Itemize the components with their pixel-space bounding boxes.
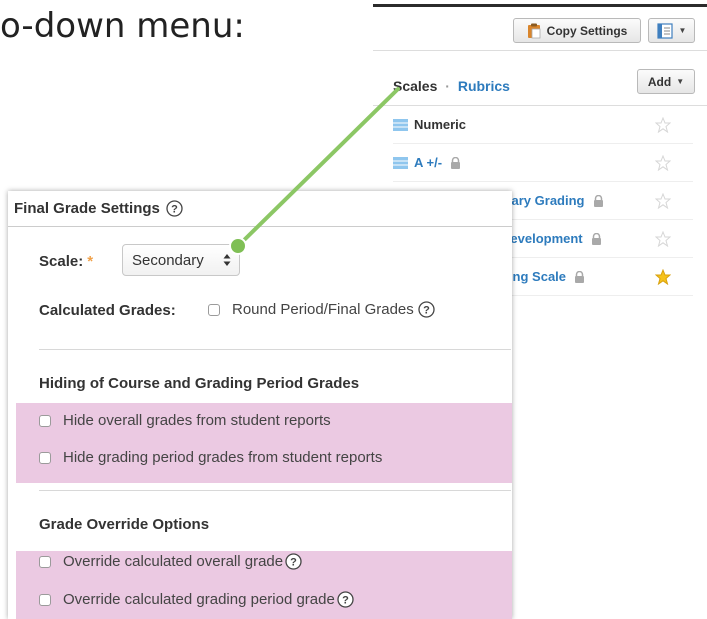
copy-settings-button[interactable]: Copy Settings bbox=[513, 18, 641, 43]
svg-text:?: ? bbox=[290, 557, 297, 569]
round-grades-checkbox[interactable] bbox=[208, 303, 220, 316]
hiding-grades-heading: Hiding of Course and Grading Period Grad… bbox=[39, 375, 360, 392]
override-overall-checkbox[interactable] bbox=[39, 555, 51, 568]
scale-row-label: Development bbox=[501, 231, 583, 246]
view-menu-button[interactable]: ▼ bbox=[648, 18, 695, 43]
scale-select[interactable]: Secondary bbox=[122, 244, 240, 276]
lock-icon bbox=[575, 270, 585, 283]
chevron-down-icon: ▼ bbox=[678, 26, 687, 35]
scale-label: Scale: * bbox=[39, 253, 94, 270]
page-title: Final Grade Settings bbox=[14, 200, 160, 217]
chevron-down-icon: ▼ bbox=[676, 77, 685, 86]
add-button[interactable]: Add ▼ bbox=[637, 69, 695, 94]
star-icon[interactable] bbox=[655, 193, 671, 209]
grid-icon bbox=[393, 118, 408, 131]
override-overall-option[interactable]: Override calculated overall grade ? bbox=[39, 553, 302, 570]
panel-toolbar: Copy Settings ▼ bbox=[373, 7, 707, 51]
override-period-checkbox[interactable] bbox=[39, 593, 51, 606]
section-divider bbox=[39, 490, 511, 491]
tab-rubrics[interactable]: Rubrics bbox=[458, 78, 510, 94]
copy-settings-label: Copy Settings bbox=[546, 23, 628, 38]
scale-select-value: Secondary bbox=[132, 251, 204, 269]
svg-text:?: ? bbox=[171, 204, 178, 216]
hide-overall-checkbox[interactable] bbox=[39, 414, 51, 427]
title-divider bbox=[8, 226, 512, 227]
help-icon[interactable]: ? bbox=[418, 301, 435, 318]
svg-text:?: ? bbox=[342, 595, 349, 607]
hide-overall-label: Hide overall grades from student reports bbox=[63, 412, 331, 429]
add-label: Add bbox=[647, 74, 672, 89]
scale-row-numeric[interactable]: Numeric bbox=[393, 106, 693, 144]
card-title: Final Grade Settings ? bbox=[14, 200, 183, 217]
star-icon[interactable] bbox=[655, 231, 671, 247]
override-options-heading: Grade Override Options bbox=[39, 516, 210, 533]
round-grades-option[interactable]: Round Period/Final Grades ? bbox=[208, 301, 435, 318]
calculated-grades-label: Calculated Grades: bbox=[39, 302, 176, 319]
hide-overall-option[interactable]: Hide overall grades from student reports bbox=[39, 412, 331, 429]
hide-period-option[interactable]: Hide grading period grades from student … bbox=[39, 449, 382, 466]
required-marker: * bbox=[87, 253, 94, 270]
lock-icon bbox=[591, 232, 601, 245]
help-icon[interactable]: ? bbox=[337, 591, 354, 608]
override-overall-label: Override calculated overall grade bbox=[63, 553, 284, 570]
tab-separator: · bbox=[445, 78, 450, 94]
intro-text: o-down menu: bbox=[0, 6, 245, 46]
hide-period-checkbox[interactable] bbox=[39, 451, 51, 464]
help-icon[interactable]: ? bbox=[166, 200, 183, 217]
scales-tabs: Scales · Rubrics bbox=[393, 78, 510, 94]
star-icon[interactable] bbox=[655, 117, 671, 133]
scale-row-a-plus-minus[interactable]: A +/- bbox=[393, 144, 693, 182]
clipboard-icon bbox=[527, 23, 541, 39]
scale-row-label: Numeric bbox=[414, 117, 467, 132]
star-icon[interactable] bbox=[655, 269, 671, 285]
star-icon[interactable] bbox=[655, 155, 671, 171]
override-period-label: Override calculated grading period grade bbox=[63, 591, 335, 608]
select-arrows-icon bbox=[223, 254, 231, 266]
help-icon[interactable]: ? bbox=[285, 553, 302, 570]
final-grade-settings-card: Final Grade Settings ? Scale: * Secondary… bbox=[8, 191, 512, 619]
section-divider bbox=[39, 349, 511, 350]
lock-icon bbox=[451, 156, 461, 169]
svg-text:?: ? bbox=[423, 305, 430, 317]
hide-period-label: Hide grading period grades from student … bbox=[63, 449, 383, 466]
override-period-option[interactable]: Override calculated grading period grade… bbox=[39, 591, 354, 608]
document-icon bbox=[656, 22, 673, 39]
grid-icon bbox=[393, 156, 408, 169]
tab-scales[interactable]: Scales bbox=[393, 78, 437, 94]
lock-icon bbox=[593, 194, 603, 207]
round-grades-label: Round Period/Final Grades bbox=[232, 301, 414, 318]
scale-row-label: A +/- bbox=[414, 155, 443, 170]
